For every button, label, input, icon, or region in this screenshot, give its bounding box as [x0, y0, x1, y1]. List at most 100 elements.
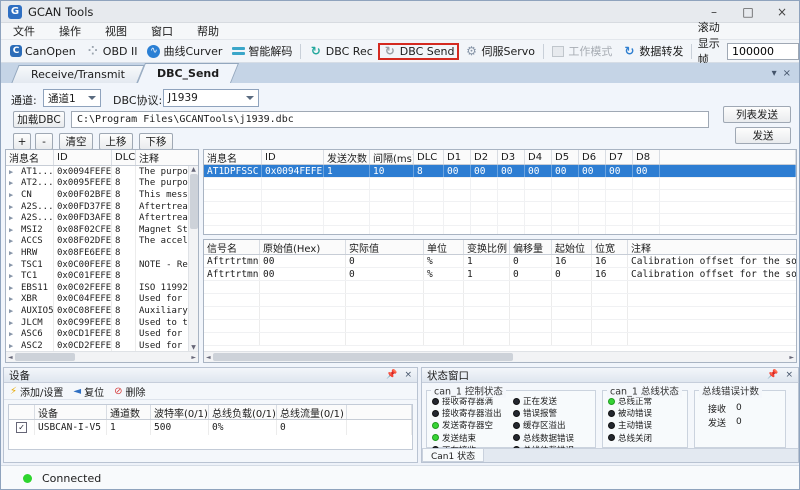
scrollbar-thumb[interactable] [213, 353, 513, 361]
scroll-left-icon[interactable]: ◄ [8, 354, 13, 361]
toolbar-button-servo[interactable]: ⚙ 伺服Servo [459, 41, 540, 61]
expand-arrow-icon[interactable]: ▶ [6, 224, 18, 236]
horizontal-scrollbar[interactable]: ◄► [6, 351, 198, 362]
toolbar-button-dbc-rec[interactable]: ↻ DBC Rec [304, 43, 378, 60]
menu-operate[interactable]: 操作 [47, 23, 93, 39]
vertical-scrollbar[interactable]: ▲▼ [188, 166, 198, 351]
tab-can1-status[interactable]: Can1 状态 [422, 449, 484, 462]
tab-dbc-send[interactable]: DBC_Send [141, 63, 235, 83]
scrollbar-thumb[interactable] [190, 174, 198, 229]
send-button[interactable]: 发送 [735, 127, 791, 144]
expand-arrow-icon[interactable]: ▶ [6, 166, 18, 178]
column-header[interactable]: 信号名 [204, 240, 260, 254]
expand-arrow-icon[interactable]: ▶ [6, 282, 18, 294]
close-button[interactable]: × [765, 1, 799, 22]
expand-arrow-icon[interactable]: ▶ [6, 259, 18, 271]
scroll-left-icon[interactable]: ◄ [206, 354, 211, 361]
pin-icon[interactable]: 📌 [386, 370, 397, 380]
scroll-down-icon[interactable]: ▼ [191, 344, 196, 351]
column-header[interactable]: 消息名 [204, 150, 262, 164]
table-row[interactable]: ▶ ACCS 0x08F02DFE 8 The acceleration [6, 236, 198, 248]
expand-arrow-icon[interactable]: ▶ [6, 201, 18, 213]
table-row[interactable]: ▶ A2S... 0x00FD37FE 8 Aftertreatment 2 [6, 201, 198, 213]
close-icon[interactable]: × [785, 370, 793, 380]
column-header[interactable]: 消息名 [6, 150, 54, 165]
list-send-button[interactable]: 列表发送 [723, 106, 791, 123]
column-header[interactable]: D6 [579, 150, 606, 164]
scroll-right-icon[interactable]: ► [191, 354, 196, 361]
expand-arrow-icon[interactable]: ▶ [6, 178, 18, 190]
channel-select[interactable]: 通道1 [43, 89, 101, 107]
table-row[interactable]: ▶ ASC6 0x0CD1FEFE 8 Used for suspens [6, 328, 198, 340]
remove-row-button[interactable]: - [35, 133, 53, 150]
close-icon[interactable]: × [404, 370, 412, 380]
column-header[interactable]: 位宽 [592, 240, 628, 254]
column-header[interactable]: DLC [414, 150, 444, 164]
table-row[interactable]: ▶ AUXIO5 0x0C08FEFE 8 Auxiliary Input/ [6, 305, 198, 317]
column-header[interactable]: 波特率(0/1) [151, 405, 209, 419]
menu-view[interactable]: 视图 [93, 23, 139, 39]
column-header[interactable]: D7 [606, 150, 633, 164]
expand-arrow-icon[interactable]: ▶ [6, 236, 18, 248]
expand-arrow-icon[interactable]: ▶ [6, 247, 18, 259]
column-header[interactable]: ID [262, 150, 324, 164]
column-header[interactable]: 注释 [628, 240, 797, 254]
table-row[interactable] [204, 178, 796, 190]
column-header[interactable]: D8 [633, 150, 660, 164]
column-header[interactable]: 通道数 [107, 405, 151, 419]
column-header[interactable]: 间隔(ms) [370, 150, 414, 164]
toolbar-button-dbc-send[interactable]: ↻ DBC Send [378, 43, 460, 60]
delete-button[interactable]: ⊘删除 [114, 384, 145, 399]
frames-input[interactable] [727, 43, 799, 60]
table-row[interactable]: ▶ CN 0x00F02BFE 8 This message is [6, 189, 198, 201]
table-row[interactable]: ▶ ASC2 0x0CD2FEFE 8 Used for suspens [6, 340, 198, 352]
column-header[interactable]: 总线负载(0/1) [209, 405, 277, 419]
column-header[interactable]: 偏移量 [510, 240, 552, 254]
table-row[interactable]: ▶ TSC1 0x0C00FEFE 8 NOTE - Retarder [6, 259, 198, 271]
column-header[interactable]: 注释 [136, 150, 199, 165]
table-row[interactable] [204, 226, 796, 235]
table-row[interactable]: ▶ JLCM 0x0C99FEFE 8 Used to transfer [6, 317, 198, 329]
load-dbc-button[interactable]: 加载DBC [13, 111, 65, 128]
clear-button[interactable]: 清空 [59, 133, 93, 150]
move-up-button[interactable]: 上移 [99, 133, 133, 150]
scroll-right-icon[interactable]: ► [789, 354, 794, 361]
column-header[interactable]: D4 [525, 150, 552, 164]
toolbar-button-data-forward[interactable]: ↻ 数据转发 [617, 41, 688, 61]
menu-help[interactable]: 帮助 [185, 23, 231, 39]
column-header[interactable]: DLC [112, 150, 136, 165]
table-row[interactable]: Aftrtrtmn... 00 0 % 1 0 16 16 Calibratio… [204, 255, 796, 268]
table-row[interactable]: ✓ USBCAN-I-V5 1 500 0% 0 [9, 420, 412, 435]
column-header[interactable]: 变换比例 [464, 240, 510, 254]
table-row[interactable]: ▶ AT2... 0x0095FEFE 8 The purpose of t [6, 178, 198, 190]
toolbar-button-canopen[interactable]: C CanOpen [5, 43, 81, 60]
table-row[interactable]: ▶ TC1 0x0C01FEFE 8 [6, 270, 198, 282]
table-row[interactable] [204, 307, 796, 320]
tab-receive-transmit[interactable]: Receive/Transmit [15, 65, 141, 83]
table-row[interactable]: ▶ HRW 0x08FE6EFE 8 [6, 247, 198, 259]
column-header[interactable]: 实际值 [346, 240, 424, 254]
table-row[interactable]: ▶ A2S... 0x00FD3AFE 8 Aftertreatment 2 [6, 212, 198, 224]
menu-window[interactable]: 窗口 [139, 23, 185, 39]
column-header[interactable]: D5 [552, 150, 579, 164]
toolbar-button-smart-decode[interactable]: 智能解码 [227, 41, 297, 61]
column-header[interactable]: 单位 [424, 240, 464, 254]
column-header[interactable]: D3 [498, 150, 525, 164]
column-header[interactable]: D1 [444, 150, 471, 164]
expand-arrow-icon[interactable]: ▶ [6, 328, 18, 340]
table-row[interactable] [204, 190, 796, 202]
table-row[interactable]: Aftrtrtmn... 00 0 % 1 0 0 16 Calibration… [204, 268, 796, 281]
column-header[interactable]: D2 [471, 150, 498, 164]
tab-close-icon[interactable]: × [783, 68, 791, 79]
scrollbar-thumb[interactable] [15, 353, 75, 361]
table-row[interactable]: ▶ AT1... 0x0094FEFE 8 The purpose of t [6, 166, 198, 178]
horizontal-scrollbar[interactable]: ◄► [204, 351, 796, 362]
dbc-path-field[interactable]: C:\Program Files\GCANTools\j1939.dbc [71, 111, 709, 128]
protocol-select[interactable]: J1939 [163, 89, 259, 107]
move-down-button[interactable]: 下移 [139, 133, 173, 150]
expand-arrow-icon[interactable]: ▶ [6, 340, 18, 352]
toolbar-button-obd2[interactable]: ⁘ OBD II [81, 43, 143, 60]
column-header[interactable]: 起始位 [552, 240, 592, 254]
column-header[interactable]: 发送次数 [324, 150, 370, 164]
table-row[interactable] [204, 333, 796, 346]
